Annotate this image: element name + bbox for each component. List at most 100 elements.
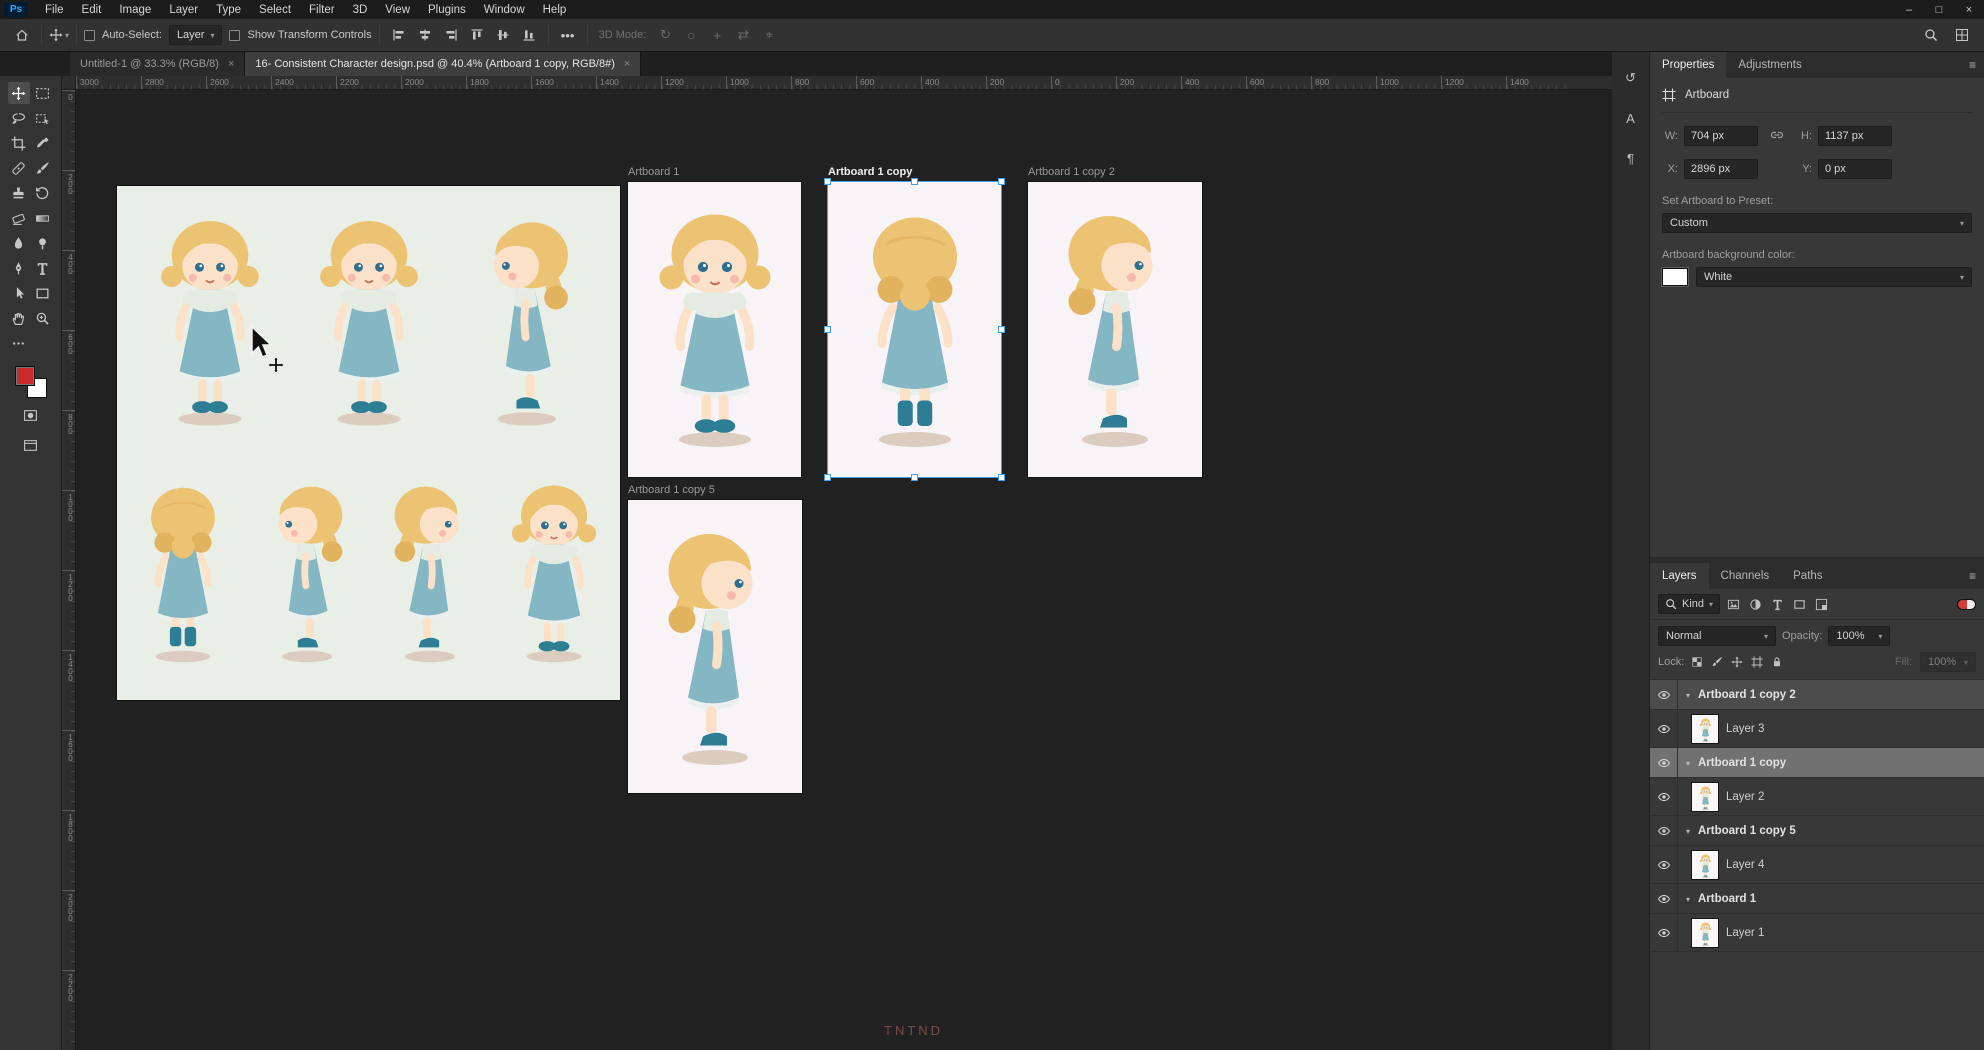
brush-tool[interactable] <box>31 157 53 179</box>
edit-toolbar-button[interactable] <box>8 332 30 354</box>
selection-handle[interactable] <box>911 178 918 185</box>
visibility-eye-icon[interactable] <box>1650 710 1678 747</box>
rectangle-tool[interactable] <box>31 282 53 304</box>
lock-pixels-icon[interactable] <box>1708 653 1726 671</box>
menu-item[interactable]: Window <box>475 0 534 19</box>
layer-row[interactable]: Layer 2 <box>1650 778 1984 816</box>
layer-thumbnail[interactable] <box>1692 919 1718 947</box>
visibility-eye-icon[interactable] <box>1650 778 1678 815</box>
search-icon[interactable] <box>1919 23 1943 47</box>
x-field[interactable]: 2896 px <box>1684 159 1758 179</box>
artboard-label[interactable]: Artboard 1 copy 5 <box>628 484 715 496</box>
layer-filter-toggle[interactable] <box>1957 599 1976 610</box>
pixel-layer-filter-icon[interactable] <box>1723 594 1743 614</box>
opacity-dropdown[interactable]: 100% <box>1828 626 1890 646</box>
menu-item[interactable]: Plugins <box>419 0 475 19</box>
selection-handle[interactable] <box>911 474 918 481</box>
fill-dropdown[interactable]: 100% <box>1920 652 1976 672</box>
align-left-icon[interactable] <box>387 23 411 47</box>
selection-handle[interactable] <box>824 474 831 481</box>
selection-handle[interactable] <box>824 178 831 185</box>
menu-item[interactable]: Help <box>534 0 576 19</box>
height-field[interactable]: 1137 px <box>1818 126 1892 146</box>
type-tool[interactable] <box>31 257 53 279</box>
character-sheet-artboard[interactable] <box>117 186 620 700</box>
y-field[interactable]: 0 px <box>1818 159 1892 179</box>
menu-item[interactable]: Type <box>207 0 250 19</box>
document-canvas[interactable]: Artboard 1 Artboard 1 copy Artboard 1 co… <box>76 90 1612 1050</box>
visibility-eye-icon[interactable] <box>1650 680 1678 709</box>
layer-thumbnail[interactable] <box>1692 783 1718 811</box>
gradient-tool[interactable] <box>31 207 53 229</box>
visibility-eye-icon[interactable] <box>1650 914 1678 951</box>
dodge-tool[interactable] <box>31 232 53 254</box>
artboard-bg-color-dropdown[interactable]: White <box>1696 267 1972 287</box>
maximize-button[interactable]: □ <box>1924 0 1954 19</box>
show-transform-checkbox[interactable] <box>229 30 240 41</box>
panel-tab[interactable]: Layers <box>1650 563 1709 589</box>
align-center-horizontal-icon[interactable] <box>413 23 437 47</box>
menu-item[interactable]: Edit <box>73 0 111 19</box>
layer-row[interactable]: Layer 4 <box>1650 846 1984 884</box>
object-selection-tool[interactable] <box>31 107 53 129</box>
character-panel-icon[interactable]: A <box>1619 106 1643 130</box>
menu-item[interactable]: File <box>36 0 73 19</box>
path-selection-tool[interactable] <box>8 282 30 304</box>
layer-row[interactable]: Artboard 1 copy 2 <box>1650 680 1984 710</box>
width-field[interactable]: 704 px <box>1684 126 1758 146</box>
expand-chevron-icon[interactable] <box>1678 689 1698 701</box>
align-right-icon[interactable] <box>439 23 463 47</box>
lasso-tool[interactable] <box>8 107 30 129</box>
expand-chevron-icon[interactable] <box>1678 893 1698 905</box>
menu-item[interactable]: Image <box>110 0 160 19</box>
menu-item[interactable]: View <box>376 0 419 19</box>
visibility-eye-icon[interactable] <box>1650 816 1678 845</box>
adjustment-layer-filter-icon[interactable] <box>1745 594 1765 614</box>
healing-brush-tool[interactable] <box>8 157 30 179</box>
minimize-button[interactable]: – <box>1894 0 1924 19</box>
align-middle-icon[interactable] <box>491 23 515 47</box>
paragraph-panel-icon[interactable]: ¶ <box>1619 146 1643 170</box>
eyedropper-tool[interactable] <box>31 132 53 154</box>
layer-row[interactable]: Artboard 1 copy 5 <box>1650 816 1984 846</box>
lock-position-icon[interactable] <box>1728 653 1746 671</box>
visibility-eye-icon[interactable] <box>1650 846 1678 883</box>
selection-handle[interactable] <box>998 326 1005 333</box>
workspace-switcher-icon[interactable] <box>1950 23 1974 47</box>
pen-tool[interactable] <box>8 257 30 279</box>
menu-item[interactable]: Select <box>250 0 300 19</box>
panel-menu-icon[interactable]: ≡ <box>1969 569 1984 583</box>
more-align-options-icon[interactable]: ••• <box>556 23 580 47</box>
layer-thumbnail[interactable] <box>1692 851 1718 879</box>
layer-row[interactable]: Layer 1 <box>1650 914 1984 952</box>
align-top-icon[interactable] <box>465 23 489 47</box>
hand-tool[interactable] <box>8 307 30 329</box>
artboard-1[interactable] <box>628 182 801 477</box>
panel-tab[interactable]: Channels <box>1709 563 1782 589</box>
history-panel-icon[interactable]: ↺ <box>1619 66 1643 90</box>
tool-preset-dropdown[interactable] <box>49 28 69 42</box>
marquee-tool[interactable] <box>31 82 53 104</box>
artboard-1-copy-5[interactable] <box>628 500 802 793</box>
crop-tool[interactable] <box>8 132 30 154</box>
menu-item[interactable]: Filter <box>300 0 344 19</box>
artboard-1-copy[interactable] <box>828 182 1001 477</box>
lock-all-icon[interactable] <box>1768 653 1786 671</box>
auto-select-target-dropdown[interactable]: Layer <box>169 25 223 45</box>
quick-mask-icon[interactable] <box>20 404 42 426</box>
blur-tool[interactable] <box>8 232 30 254</box>
expand-chevron-icon[interactable] <box>1678 825 1698 837</box>
document-tab[interactable]: 16- Consistent Character design.psd @ 40… <box>245 52 641 76</box>
smart-object-filter-icon[interactable] <box>1811 594 1831 614</box>
screen-mode-icon[interactable] <box>20 434 42 456</box>
selection-handle[interactable] <box>824 326 831 333</box>
auto-select-checkbox[interactable] <box>84 30 95 41</box>
history-brush-tool[interactable] <box>31 182 53 204</box>
selection-handle[interactable] <box>998 474 1005 481</box>
layer-row[interactable]: Artboard 1 <box>1650 884 1984 914</box>
close-tab-icon[interactable]: × <box>228 58 234 70</box>
type-layer-filter-icon[interactable] <box>1767 594 1787 614</box>
foreground-color-swatch[interactable] <box>15 366 35 386</box>
artboard-preset-dropdown[interactable]: Custom <box>1662 213 1972 233</box>
panel-tab[interactable]: Paths <box>1781 563 1834 589</box>
